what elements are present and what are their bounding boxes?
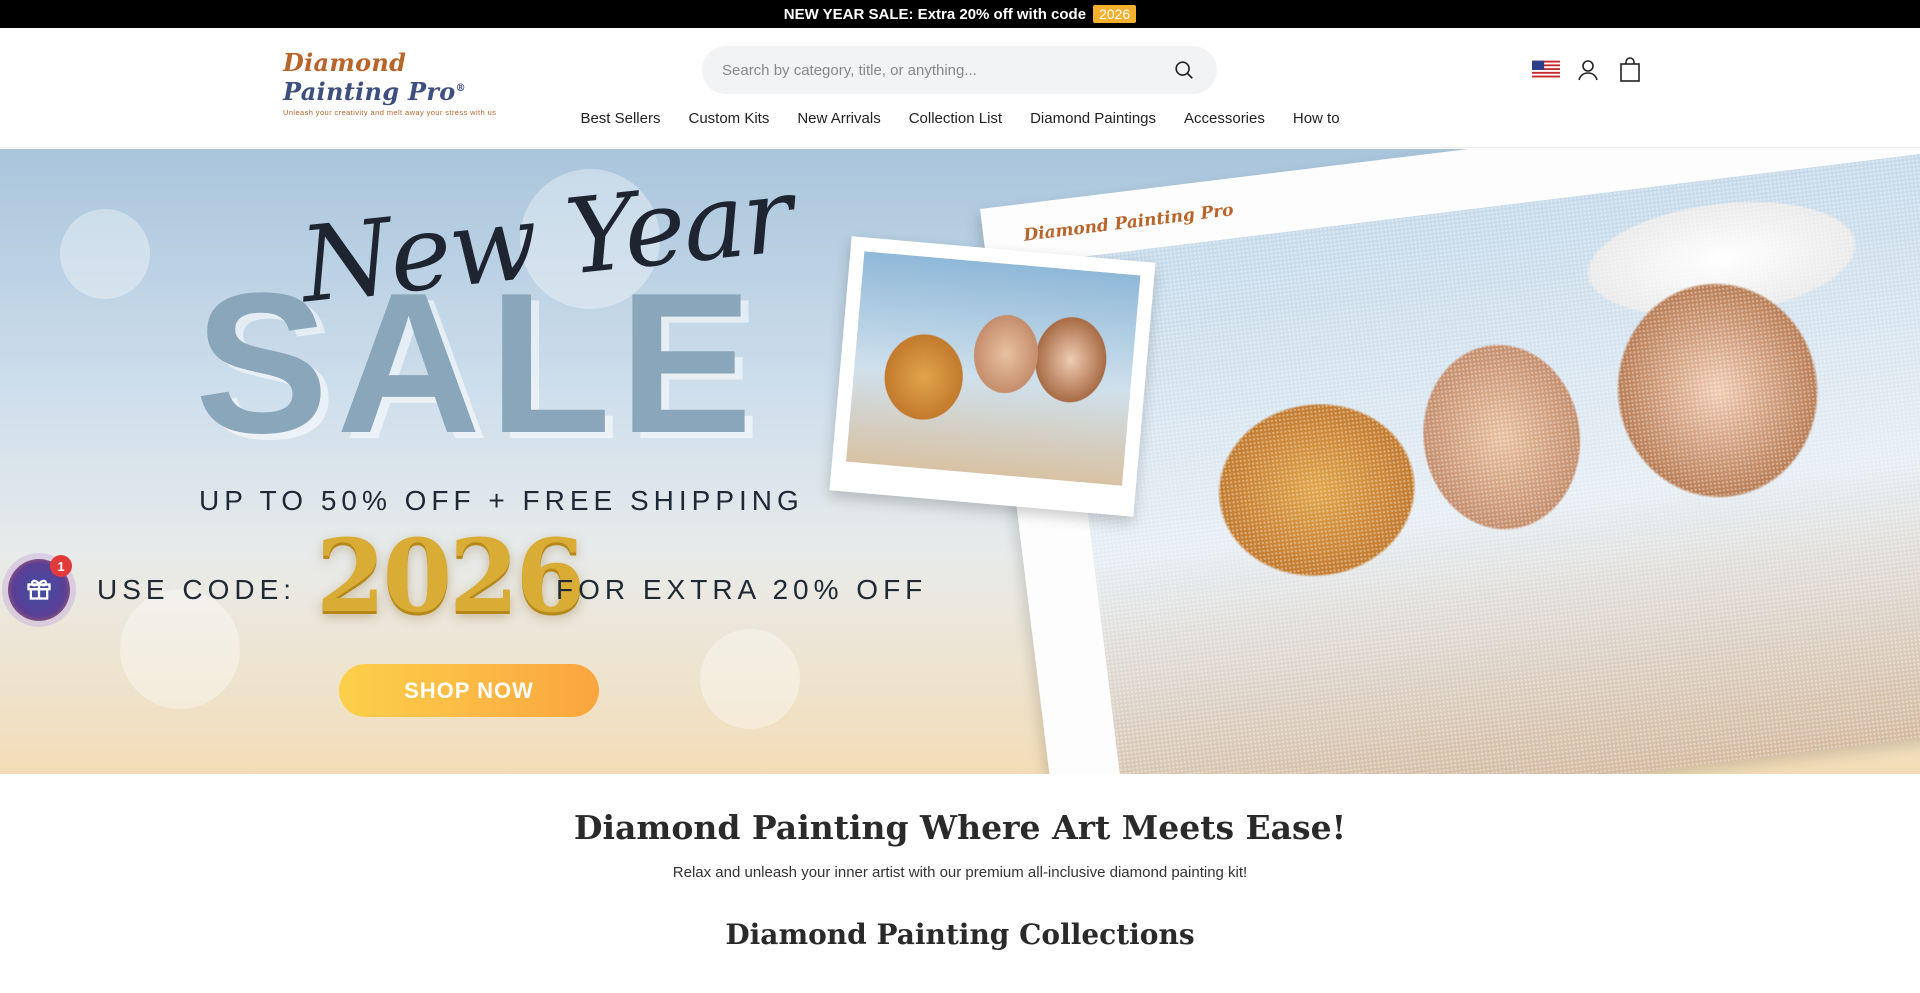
bokeh-light xyxy=(700,629,800,729)
announcement-text: NEW YEAR SALE: Extra 20% off with code xyxy=(783,5,1087,23)
nav-item-best-sellers[interactable]: Best Sellers xyxy=(580,110,660,127)
bokeh-light xyxy=(60,209,150,299)
hero-offer: UP TO 50% OFF + FREE SHIPPING xyxy=(199,485,804,516)
nav-item-how-to[interactable]: How to xyxy=(1293,110,1340,127)
announcement-bar: NEW YEAR SALE: Extra 20% off with code 2… xyxy=(0,0,1920,28)
bag-icon[interactable] xyxy=(1616,56,1644,84)
canvas-brand: Diamond Painting Pro xyxy=(1022,200,1235,246)
logo-wordmark: Diamond Painting Pro® xyxy=(283,48,466,106)
site-logo[interactable]: Diamond Painting Pro® Unleash your creat… xyxy=(283,48,523,117)
nav-item-new-arrivals[interactable]: New Arrivals xyxy=(797,110,880,127)
gift-widget[interactable]: 1 xyxy=(8,555,72,621)
hero-extra: FOR EXTRA 20% OFF xyxy=(556,574,928,605)
canvas-artwork xyxy=(1056,149,1920,774)
nav-item-collection-list[interactable]: Collection List xyxy=(909,110,1002,127)
site-header: Diamond Painting Pro® Unleash your creat… xyxy=(0,28,1920,148)
nav-item-accessories[interactable]: Accessories xyxy=(1184,110,1265,127)
search-input[interactable] xyxy=(722,61,1171,79)
nav-item-diamond-paintings[interactable]: Diamond Paintings xyxy=(1030,110,1156,127)
intro-title: Diamond Painting Where Art Meets Ease! xyxy=(573,808,1347,847)
nav-item-custom-kits[interactable]: Custom Kits xyxy=(688,110,769,127)
polaroid-photo xyxy=(829,236,1156,517)
gift-badge: 1 xyxy=(50,555,72,577)
search-bar xyxy=(702,46,1217,94)
hero-banner[interactable]: Diamond Painting Pro New Year SALE UP TO… xyxy=(0,149,1920,774)
us-flag-icon[interactable] xyxy=(1532,56,1560,84)
hero-use-code: USE CODE: xyxy=(97,574,297,605)
shop-now-button[interactable]: SHOP NOW xyxy=(339,664,599,717)
header-utilities xyxy=(1532,56,1644,84)
bokeh-light xyxy=(120,589,240,709)
hero-code: 2026 xyxy=(316,517,585,635)
search-icon[interactable] xyxy=(1171,57,1197,83)
intro-subtitle: Relax and unleash your inner artist with… xyxy=(672,864,1248,881)
announcement-code-badge: 2026 xyxy=(1093,5,1137,23)
collections-title: Diamond Painting Collections xyxy=(725,918,1195,951)
main-nav: Best Sellers Custom Kits New Arrivals Co… xyxy=(0,110,1920,127)
hero-headline: SALE xyxy=(195,252,761,475)
user-icon[interactable] xyxy=(1574,56,1602,84)
gift-icon xyxy=(25,574,53,607)
